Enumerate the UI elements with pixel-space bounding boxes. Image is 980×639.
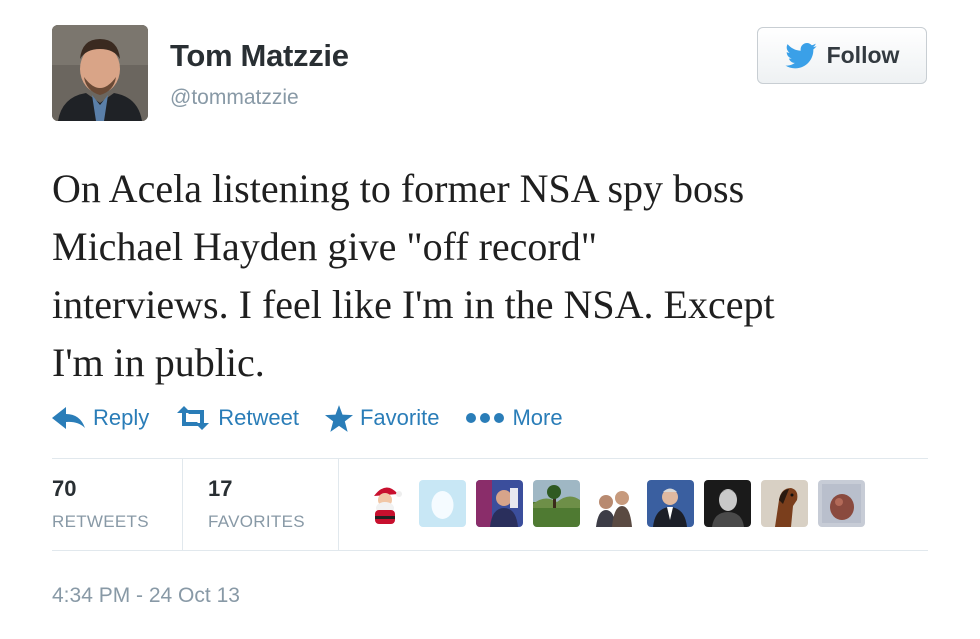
favorite-count: 17 xyxy=(208,476,233,501)
retweet-button[interactable]: Retweet xyxy=(175,405,299,431)
man-in-suit-avatar-icon xyxy=(647,480,694,527)
tweet-line: I'm in public. xyxy=(52,340,265,385)
retweet-icon xyxy=(177,406,210,430)
tweet-line: interviews. I feel like I'm in the NSA. … xyxy=(52,282,775,327)
reply-label: Reply xyxy=(93,405,150,430)
retweet-label: Retweet xyxy=(218,405,299,430)
favoriter-avatar[interactable] xyxy=(704,480,751,527)
divider xyxy=(52,550,928,551)
favoriter-avatar[interactable] xyxy=(362,480,409,527)
abstract-avatar-icon xyxy=(818,480,865,527)
default-egg-avatar-icon xyxy=(419,480,466,527)
tweet-stats: 70 RETWEETS 17 FAVORITES xyxy=(52,458,928,550)
favoriter-avatar[interactable] xyxy=(476,480,523,527)
follow-label: Follow xyxy=(826,42,900,68)
tweet-timestamp[interactable]: 4:34 PM - 24 Oct 13 xyxy=(52,584,240,608)
landscape-avatar-icon xyxy=(533,480,580,527)
tweet-actions: Reply Retweet Favorite More xyxy=(52,398,589,438)
tweet-text: On Acela listening to former NSA spy bos… xyxy=(52,160,932,392)
more-label: More xyxy=(512,405,563,430)
tweet-line: On Acela listening to former NSA spy bos… xyxy=(52,166,745,211)
favoriter-avatar[interactable] xyxy=(647,480,694,527)
stat-divider xyxy=(338,458,339,550)
santa-avatar-icon xyxy=(362,480,409,527)
person-avatar-icon xyxy=(476,480,523,527)
favorite-button[interactable]: Favorite xyxy=(324,404,440,432)
favorite-count-label: FAVORITES xyxy=(208,512,305,531)
more-button[interactable]: More xyxy=(465,405,563,431)
follow-button[interactable]: Follow xyxy=(757,27,927,84)
couple-avatar-icon xyxy=(590,480,637,527)
reply-arrow-icon xyxy=(52,407,85,429)
reply-button[interactable]: Reply xyxy=(52,405,149,431)
favoriter-avatar[interactable] xyxy=(818,480,865,527)
horse-avatar-icon xyxy=(761,480,808,527)
favorite-label: Favorite xyxy=(359,405,440,430)
author-handle[interactable]: @tommatzzie xyxy=(170,86,299,110)
favoriter-avatar[interactable] xyxy=(590,480,637,527)
retweet-count-label: RETWEETS xyxy=(52,512,149,531)
favoriter-avatar[interactable] xyxy=(419,480,466,527)
portrait-avatar-icon xyxy=(704,480,751,527)
favoriter-avatar[interactable] xyxy=(533,480,580,527)
twitter-bird-icon xyxy=(784,42,817,68)
tweet-line: Michael Hayden give "off record" xyxy=(52,224,598,269)
favoriter-avatar[interactable] xyxy=(761,480,808,527)
retweet-count: 70 xyxy=(52,476,77,501)
favoriters-list xyxy=(362,480,865,527)
profile-photo xyxy=(52,25,148,121)
stat-divider xyxy=(182,458,183,550)
author-name[interactable]: Tom Matzzie xyxy=(170,38,349,74)
star-icon xyxy=(324,404,353,432)
favorites-stat[interactable]: 17 FAVORITES xyxy=(208,458,336,550)
more-dots-icon xyxy=(466,413,505,423)
author-avatar[interactable] xyxy=(52,25,148,121)
retweets-stat[interactable]: 70 RETWEETS xyxy=(52,458,180,550)
